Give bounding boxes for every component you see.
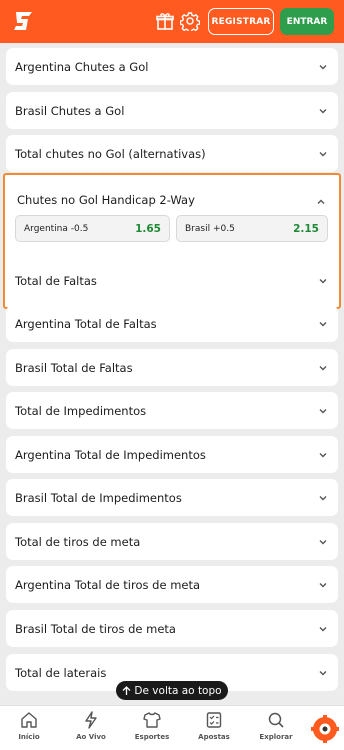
nav-label: Esportes <box>134 733 170 741</box>
login-button[interactable]: ENTRAR <box>280 8 334 35</box>
market-title: Argentina Total de tiros de meta <box>15 577 201 592</box>
nav-item-apostas[interactable]: Apostas <box>187 710 241 741</box>
chevron-down-icon <box>319 108 327 113</box>
odd-label: Brasil +0.5 <box>185 223 235 234</box>
market-title: Argentina Total de Faltas <box>15 316 157 331</box>
nav-label: Explorar <box>259 733 293 741</box>
nav-label: Início <box>18 733 40 741</box>
chevron-down-icon <box>319 495 327 500</box>
chevron-down-icon <box>319 321 327 326</box>
market-row[interactable]: Total de Faltas <box>6 262 338 299</box>
market-row[interactable]: Brasil Chutes a Gol <box>6 92 338 129</box>
home-icon <box>21 712 37 728</box>
odd-value: 1.65 <box>135 222 161 235</box>
odd-button-brasil[interactable]: Brasil +0.5 2.15 <box>176 215 328 242</box>
market-row[interactable]: Argentina Chutes a Gol <box>6 48 338 85</box>
market-row[interactable]: Brasil Total de Impedimentos <box>6 479 338 516</box>
market-row[interactable]: Total chutes no Gol (alternativas) <box>6 135 338 172</box>
nav-label: Ao Vivo <box>76 733 106 741</box>
nav-item-esportes[interactable]: Esportes <box>125 710 179 741</box>
odd-label: Argentina -0.5 <box>24 223 89 234</box>
chevron-down-icon <box>319 365 327 370</box>
market-title: Brasil Total de tiros de meta <box>15 621 176 636</box>
gift-icon[interactable] <box>155 11 175 31</box>
settings-gear-icon[interactable] <box>180 11 200 31</box>
lightning-icon <box>85 711 97 729</box>
back-to-top-button[interactable]: De volta ao topo <box>116 681 228 700</box>
chevron-down-icon <box>319 151 327 156</box>
bottom-navigation: Início Ao Vivo Esportes Apostas Explorar <box>0 705 344 750</box>
market-title: Brasil Chutes a Gol <box>15 103 125 118</box>
market-title: Total de tiros de meta <box>15 534 141 549</box>
register-button[interactable]: REGISTRAR <box>208 8 274 35</box>
chevron-down-icon <box>319 539 327 544</box>
market-row[interactable]: Argentina Total de tiros de meta <box>6 566 338 603</box>
search-icon <box>268 712 284 728</box>
nav-item-ao-vivo[interactable]: Ao Vivo <box>64 710 118 741</box>
market-title: Brasil Total de Faltas <box>15 360 133 375</box>
market-row[interactable]: Brasil Total de Faltas <box>6 349 338 386</box>
betslip-icon <box>206 712 222 728</box>
help-support-icon[interactable] <box>308 712 342 746</box>
chevron-down-icon <box>319 582 327 587</box>
nav-label: Apostas <box>198 733 230 741</box>
back-to-top-label: De volta ao topo <box>134 684 222 697</box>
market-title: Total chutes no Gol (alternativas) <box>15 146 206 161</box>
market-title: Brasil Total de Impedimentos <box>15 490 182 505</box>
market-title: Argentina Total de Impedimentos <box>15 447 206 462</box>
nav-item-explorar[interactable]: Explorar <box>249 710 303 741</box>
market-row[interactable]: Total de tiros de meta <box>6 523 338 560</box>
market-title: Chutes no Gol Handicap 2-Way <box>17 193 195 207</box>
odd-value: 2.15 <box>293 222 319 235</box>
market-row[interactable]: Brasil Total de tiros de meta <box>6 610 338 647</box>
market-title: Total de Faltas <box>15 273 97 288</box>
chevron-down-icon <box>319 64 327 69</box>
arrow-up-icon <box>122 685 131 695</box>
chevron-down-icon <box>319 408 327 413</box>
market-title: Argentina Chutes a Gol <box>15 59 149 74</box>
chevron-up-icon[interactable] <box>316 197 326 207</box>
chevron-down-icon <box>319 278 327 283</box>
nav-item-inicio[interactable]: Início <box>2 710 56 741</box>
chevron-down-icon <box>319 670 327 675</box>
top-header: REGISTRAR ENTRAR <box>0 0 344 43</box>
market-title: Total de Impedimentos <box>15 403 147 418</box>
chevron-down-icon <box>319 626 327 631</box>
market-row[interactable]: Total de Impedimentos <box>6 392 338 429</box>
brand-logo-icon[interactable] <box>12 9 36 33</box>
market-row[interactable]: Argentina Total de Impedimentos <box>6 436 338 473</box>
market-title: Total de laterais <box>15 665 107 680</box>
market-row[interactable]: Argentina Total de Faltas <box>6 305 338 342</box>
odd-button-argentina[interactable]: Argentina -0.5 1.65 <box>15 215 170 242</box>
chevron-down-icon <box>319 452 327 457</box>
shirt-icon <box>143 712 161 728</box>
